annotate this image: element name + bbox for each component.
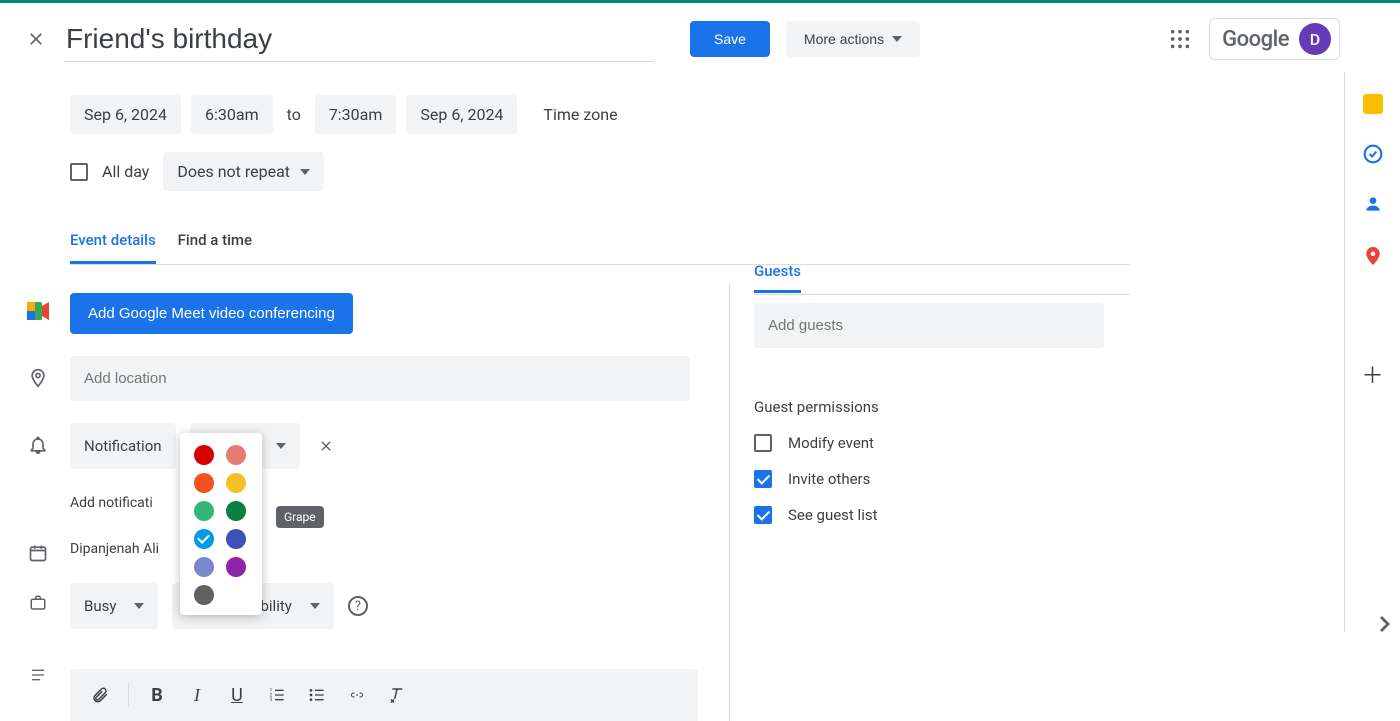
see-guest-list-label: See guest list [788, 506, 878, 524]
color-option-blueberry[interactable] [226, 529, 246, 549]
to-label: to [283, 105, 305, 124]
paperclip-icon [91, 685, 109, 705]
bulleted-list-button[interactable] [299, 677, 335, 713]
keep-button[interactable] [1363, 94, 1383, 114]
contacts-button[interactable] [1363, 194, 1383, 214]
color-option-lavender[interactable] [194, 557, 214, 577]
availability-dropdown[interactable]: Busy [70, 583, 158, 629]
tab-find-a-time[interactable]: Find a time [178, 231, 252, 264]
end-date-chip[interactable]: Sep 6, 2024 [406, 95, 517, 134]
close-icon [26, 29, 46, 49]
description-toolbar: B I U 123 [70, 669, 698, 721]
chevron-right-icon [1380, 616, 1390, 632]
tasks-icon [1363, 144, 1383, 164]
remove-notification-button[interactable] [314, 434, 338, 458]
chevron-down-icon [892, 36, 902, 42]
maps-button[interactable] [1364, 244, 1382, 268]
tab-event-details[interactable]: Event details [70, 231, 156, 264]
chevron-down-icon [134, 603, 144, 609]
modify-event-checkbox[interactable] [754, 434, 772, 452]
color-tooltip: Grape [276, 506, 324, 528]
svg-text:3: 3 [270, 697, 273, 703]
start-time-chip[interactable]: 6:30am [191, 95, 273, 134]
meet-icon [27, 302, 49, 320]
color-option-tangerine[interactable] [194, 473, 214, 493]
event-color-popover [180, 433, 262, 615]
notification-type-dropdown[interactable]: Notification [70, 423, 176, 469]
maps-icon [1364, 244, 1382, 268]
start-date-chip[interactable]: Sep 6, 2024 [70, 95, 181, 134]
apps-grid-icon [1169, 28, 1191, 50]
color-option-flamingo[interactable] [226, 445, 246, 465]
collapse-panel-button[interactable] [1380, 616, 1390, 632]
numbered-list-button[interactable]: 123 [259, 677, 295, 713]
notification-type-label: Notification [84, 437, 162, 455]
guest-permissions-label: Guest permissions [754, 398, 1130, 416]
color-option-peacock[interactable] [194, 529, 214, 549]
keep-icon [1363, 94, 1383, 114]
event-title-input[interactable] [64, 17, 654, 62]
calendar-owner-label: Dipanjenah Ali [70, 541, 159, 557]
repeat-label: Does not repeat [177, 162, 290, 181]
color-option-tomato[interactable] [194, 445, 214, 465]
numbered-list-icon: 123 [268, 687, 286, 703]
availability-label: Busy [84, 597, 116, 615]
clear-formatting-button[interactable] [379, 677, 415, 713]
calendar-icon [28, 543, 48, 563]
chevron-down-icon [276, 443, 286, 449]
modify-event-label: Modify event [788, 434, 874, 452]
color-option-graphite[interactable] [194, 585, 214, 605]
invite-others-label: Invite others [788, 470, 870, 488]
tasks-button[interactable] [1363, 144, 1383, 164]
avatar[interactable]: D [1299, 23, 1331, 55]
end-time-chip[interactable]: 7:30am [315, 95, 397, 134]
time-zone-button[interactable]: Time zone [543, 105, 617, 124]
link-button[interactable] [339, 677, 375, 713]
chevron-down-icon [310, 603, 320, 609]
color-option-banana[interactable] [226, 473, 246, 493]
more-actions-button[interactable]: More actions [786, 21, 920, 57]
save-button[interactable]: Save [690, 21, 770, 57]
all-day-label: All day [102, 162, 149, 181]
close-icon [318, 438, 334, 454]
add-addon-button[interactable]: ＋ [1361, 358, 1383, 390]
briefcase-icon [28, 594, 48, 612]
see-guest-list-checkbox[interactable] [754, 506, 772, 524]
attach-button[interactable] [82, 677, 118, 713]
side-panel: ＋ [1344, 72, 1400, 632]
bold-button[interactable]: B [139, 677, 175, 713]
visibility-help-button[interactable]: ? [348, 596, 368, 616]
add-notification-button[interactable]: Add notificati [70, 495, 153, 511]
bell-icon [28, 434, 48, 456]
all-day-checkbox[interactable] [70, 163, 88, 181]
location-input[interactable] [70, 356, 690, 401]
close-button[interactable] [16, 19, 56, 59]
repeat-dropdown[interactable]: Does not repeat [163, 152, 324, 191]
color-option-grape[interactable] [226, 557, 246, 577]
person-icon [1363, 194, 1383, 214]
italic-button[interactable]: I [179, 677, 215, 713]
apps-launcher-button[interactable] [1169, 28, 1191, 50]
invite-others-checkbox[interactable] [754, 470, 772, 488]
chevron-down-icon [300, 169, 310, 175]
color-option-sage[interactable] [194, 501, 214, 521]
color-option-basil[interactable] [226, 501, 246, 521]
underline-button[interactable]: U [219, 677, 255, 713]
toolbar-divider [128, 683, 129, 707]
google-logo: Google [1222, 27, 1289, 52]
clear-format-icon [388, 686, 406, 704]
description-icon [28, 667, 48, 683]
google-account-box[interactable]: Google D [1209, 18, 1340, 60]
more-actions-label: More actions [804, 31, 884, 47]
link-icon [347, 689, 367, 701]
add-guests-input[interactable] [754, 303, 1104, 348]
location-icon [28, 366, 48, 390]
bulleted-list-icon [308, 687, 326, 703]
add-meet-button[interactable]: Add Google Meet video conferencing [70, 293, 353, 334]
guests-tab[interactable]: Guests [754, 262, 801, 293]
